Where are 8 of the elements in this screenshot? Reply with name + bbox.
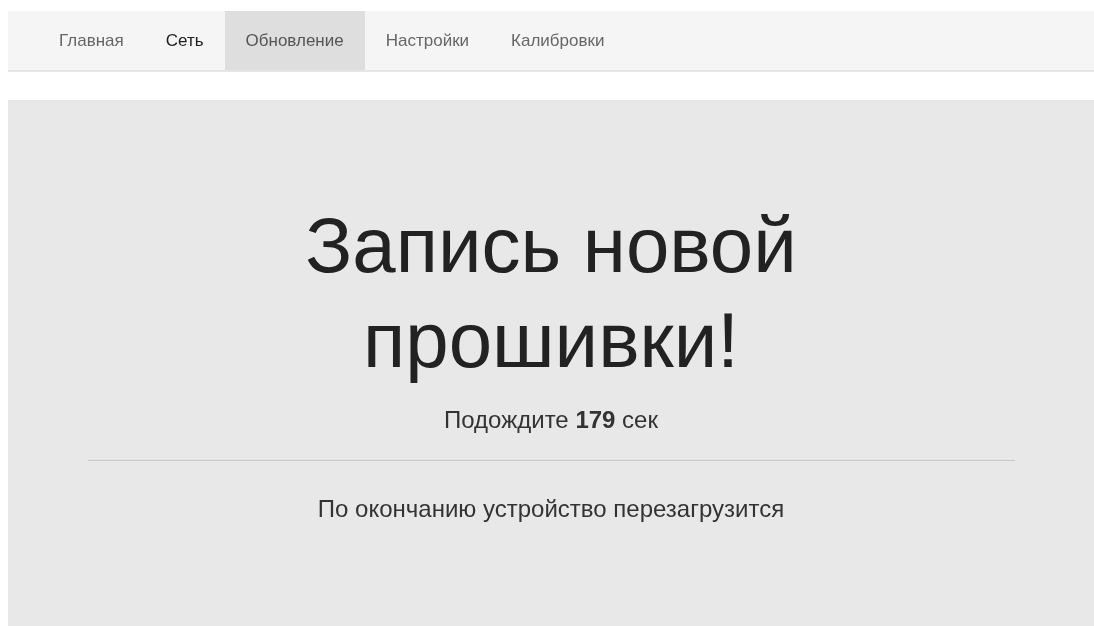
nav-tab[interactable]: Калибровки (490, 11, 626, 70)
nav-tab[interactable]: Обновление (224, 11, 365, 70)
reboot-note: По окончанию устройство перезагрузится (317, 495, 785, 523)
nav-tab[interactable]: Главная (38, 11, 145, 70)
nav-tab[interactable]: Настройки (364, 11, 491, 70)
countdown-text: Подождите 179 сек (444, 406, 658, 434)
heading: Запись новой прошивки! (304, 200, 798, 386)
nav-tab[interactable]: Сеть (144, 11, 225, 70)
